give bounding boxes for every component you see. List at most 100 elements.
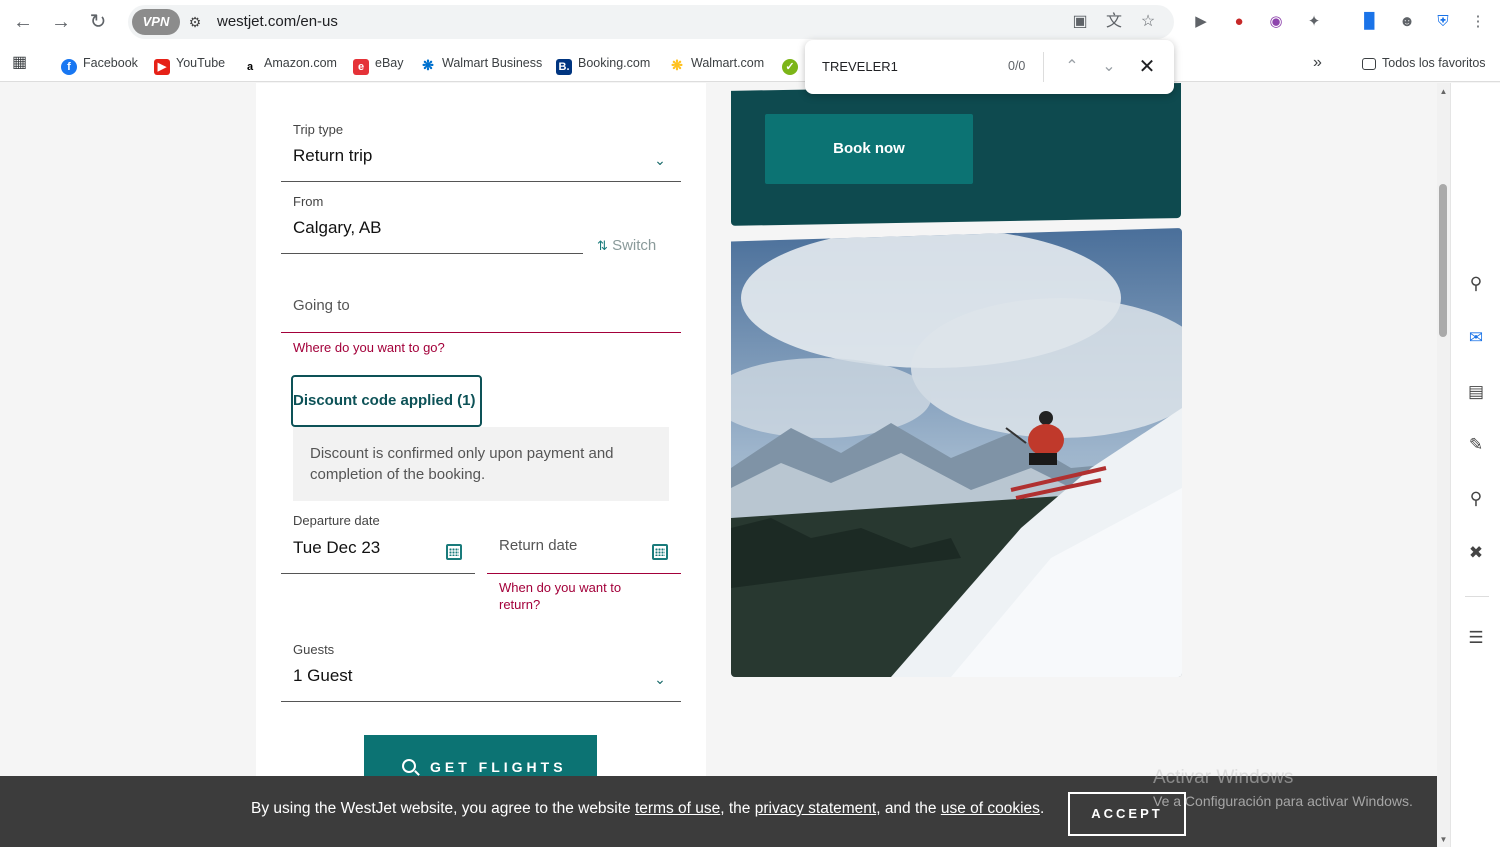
guests-select[interactable]: 1 Guest xyxy=(293,666,353,686)
bookmark-walmart[interactable]: ❋ Walmart.com xyxy=(669,53,764,73)
walmart-spark-icon: ❋ xyxy=(669,57,685,73)
going-to-underline xyxy=(281,332,681,333)
discount-code-button[interactable]: Discount code applied (1) xyxy=(291,375,482,427)
find-close-icon[interactable]: ✕ xyxy=(1134,54,1160,80)
scroll-up-icon[interactable]: ▲ xyxy=(1439,87,1448,96)
bookmark-youtube[interactable]: ▶ YouTube xyxy=(154,53,226,75)
extension-purple-icon[interactable]: ◉ xyxy=(1265,11,1287,33)
edit-note-icon[interactable]: ✎ xyxy=(1465,434,1487,456)
folder-icon xyxy=(1362,58,1376,70)
bookmark-facebook[interactable]: f Facebook xyxy=(61,53,138,75)
walmart-spark-icon: ❋ xyxy=(420,57,436,73)
cookie-text-part: , and the xyxy=(876,800,941,817)
bookmark-walmart-business[interactable]: ❋ Walmart Business xyxy=(420,53,542,73)
youtube-icon: ▶ xyxy=(154,59,170,75)
use-of-cookies-link[interactable]: use of cookies xyxy=(941,800,1040,817)
find-divider xyxy=(1043,52,1044,82)
scroll-down-icon[interactable]: ▼ xyxy=(1439,835,1448,844)
bookmark-label: Walmart Business xyxy=(442,56,543,70)
bookmark-label: Facebook xyxy=(83,56,138,70)
bookmark-label: Booking.com xyxy=(578,56,651,70)
side-divider xyxy=(1465,596,1489,597)
booking-icon: B. xyxy=(556,59,572,75)
skier-photo xyxy=(731,228,1182,677)
security-shield-icon[interactable]: ⛨ xyxy=(1432,11,1454,33)
cookie-text-part: By using the WestJet website, you agree … xyxy=(251,800,635,817)
going-to-error: Where do you want to go? xyxy=(293,340,445,355)
tools-icon[interactable]: ✖ xyxy=(1465,542,1487,564)
cookie-text-part: , the xyxy=(720,800,755,817)
reading-list-icon[interactable]: ▤ xyxy=(1465,381,1487,403)
page-viewport: Trip type Return trip ⌄ From Calgary, AB… xyxy=(0,83,1437,847)
bookmark-label: eBay xyxy=(375,56,404,70)
chevron-down-icon[interactable]: ⌄ xyxy=(653,672,667,686)
privacy-statement-link[interactable]: privacy statement xyxy=(755,800,876,817)
calendar-icon[interactable] xyxy=(652,544,668,560)
all-bookmarks-folder[interactable]: Todos los favoritos xyxy=(1362,53,1486,73)
chat-icon[interactable]: ✉ xyxy=(1465,327,1487,349)
switch-button[interactable]: ⇅ Switch xyxy=(597,237,656,254)
site-info-icon[interactable]: ⚙ xyxy=(186,13,204,31)
find-input[interactable]: TREVELER1 xyxy=(822,59,898,74)
windows-activation-title: Activar Windows xyxy=(1153,767,1294,788)
all-bookmarks-label: Todos los favoritos xyxy=(1382,56,1486,70)
apps-grid-icon[interactable]: ▦ xyxy=(12,53,27,73)
bookmark-star-icon[interactable]: ☆ xyxy=(1138,12,1158,32)
guests-underline xyxy=(281,701,681,702)
windows-activation-subtitle: Ve a Configuración para activar Windows. xyxy=(1153,793,1413,809)
side-panel-icon[interactable]: ▉ xyxy=(1359,11,1381,33)
vpn-button[interactable]: VPN xyxy=(132,9,180,35)
extension-shield-icon[interactable]: ● xyxy=(1228,11,1250,33)
bookmarks-bar: ▦ f Facebook ▶ YouTube a Amazon.com e eBay ❋… xyxy=(0,44,1500,82)
profile-icon[interactable]: ☻ xyxy=(1396,11,1418,33)
facebook-icon: f xyxy=(61,59,77,75)
forward-icon[interactable]: → xyxy=(49,10,73,34)
back-icon[interactable]: ← xyxy=(11,10,35,34)
extensions-icon[interactable]: ✦ xyxy=(1303,11,1325,33)
bookmark-label: Walmart.com xyxy=(691,56,765,70)
departure-date-input[interactable]: Tue Dec 23 xyxy=(293,538,380,558)
gamepad-icon[interactable]: ⚲ xyxy=(1465,488,1487,510)
ebay-icon: e xyxy=(353,59,369,75)
get-flights-label: GET FLIGHTS xyxy=(430,759,567,775)
menu-icon[interactable]: ⋮ xyxy=(1467,11,1489,33)
browser-toolbar: ← → ↻ VPN ⚙ westjet.com/en-us ▣ 文 ☆ ▶ ● … xyxy=(0,0,1500,44)
find-previous-icon[interactable]: ⌃ xyxy=(1059,54,1085,80)
return-date-error: When do you want to return? xyxy=(499,580,622,612)
reload-icon[interactable]: ↻ xyxy=(86,10,110,34)
departure-date-label: Departure date xyxy=(293,513,380,528)
media-icon[interactable]: ▶ xyxy=(1190,11,1212,33)
more-bookmarks-icon[interactable]: » xyxy=(1313,53,1322,73)
trip-type-label: Trip type xyxy=(293,122,344,137)
find-next-icon[interactable]: ⌄ xyxy=(1096,54,1122,80)
scroll-thumb[interactable] xyxy=(1439,184,1447,337)
bookmark-extra[interactable]: ✓ xyxy=(782,53,804,75)
url-text[interactable]: westjet.com/en-us xyxy=(217,13,338,30)
from-input[interactable]: Calgary, AB xyxy=(293,218,382,238)
bookmark-booking[interactable]: B. Booking.com xyxy=(556,53,651,75)
cookie-text: By using the WestJet website, you agree … xyxy=(251,800,1044,818)
discount-info-box: Discount is confirmed only upon payment … xyxy=(293,427,669,501)
return-underline xyxy=(487,573,681,574)
page-scrollbar[interactable]: ▲ ▼ xyxy=(1437,83,1450,847)
trip-type-select[interactable]: Return trip xyxy=(293,146,372,166)
find-result-count: 0/0 xyxy=(1008,59,1026,73)
search-icon xyxy=(402,759,416,773)
calendar-icon[interactable] xyxy=(446,544,462,560)
book-now-button[interactable]: Book now xyxy=(765,114,973,184)
lens-icon[interactable]: ▣ xyxy=(1070,12,1090,32)
bookmark-label: YouTube xyxy=(176,56,226,70)
bookmark-amazon[interactable]: a Amazon.com xyxy=(242,53,337,75)
bookmark-ebay[interactable]: e eBay xyxy=(353,53,404,75)
trip-type-underline xyxy=(281,181,681,182)
find-in-page-bar: TREVELER1 0/0 ⌃ ⌄ ✕ xyxy=(805,40,1174,94)
search-page-icon[interactable]: ⚲ xyxy=(1465,273,1487,295)
going-to-input[interactable]: Going to xyxy=(293,297,350,314)
address-bar[interactable]: VPN ⚙ westjet.com/en-us ▣ 文 ☆ xyxy=(128,5,1174,39)
customize-icon[interactable]: ☰ xyxy=(1465,627,1487,649)
translate-icon[interactable]: 文 xyxy=(1104,12,1124,32)
return-date-input[interactable]: Return date xyxy=(499,537,577,554)
chevron-down-icon[interactable]: ⌄ xyxy=(653,153,667,167)
terms-of-use-link[interactable]: terms of use xyxy=(635,800,720,817)
departure-underline xyxy=(281,573,475,574)
